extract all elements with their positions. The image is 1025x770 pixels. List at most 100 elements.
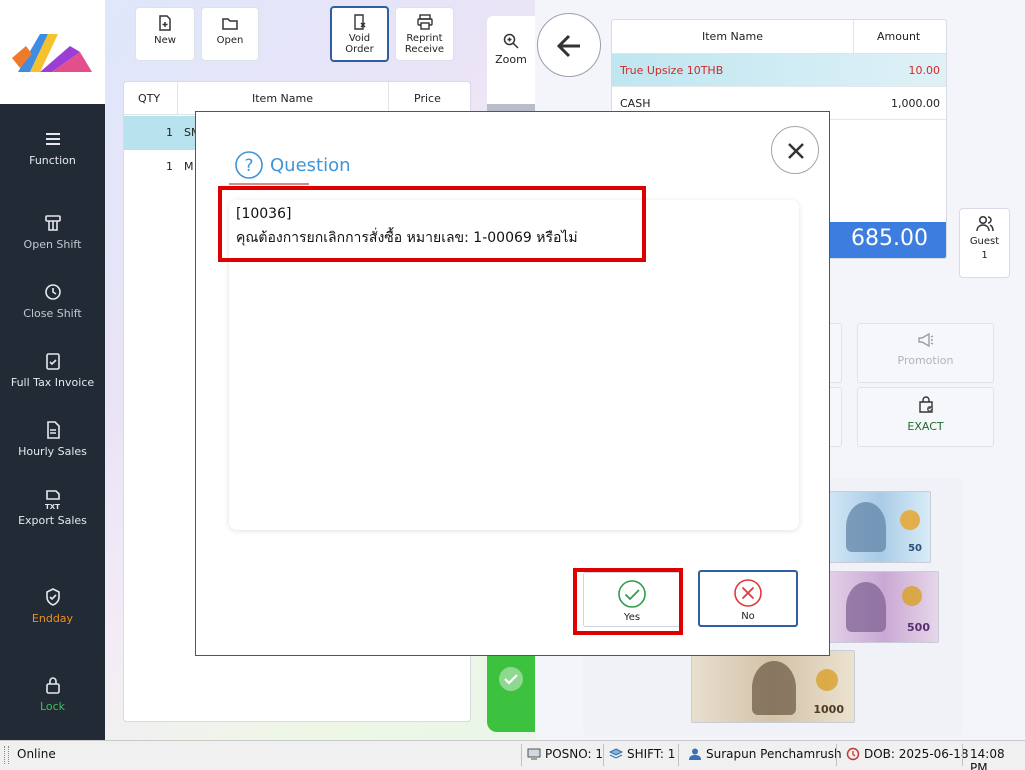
order-row-item: M	[184, 160, 194, 173]
txt-file-icon: TXT	[45, 490, 60, 510]
x-circle-icon	[734, 579, 762, 607]
exact-label: EXACT	[907, 420, 944, 433]
confirm-strip[interactable]	[487, 655, 535, 732]
new-button[interactable]: New	[135, 7, 195, 61]
sidebar-item-function[interactable]: Function	[0, 128, 105, 167]
app-logo	[0, 0, 105, 104]
svg-text:TXT: TXT	[45, 503, 60, 510]
banknote-50[interactable]: 50	[829, 491, 931, 563]
no-button[interactable]: No	[698, 570, 798, 627]
payment-row-item: True Upsize 10THB	[620, 64, 724, 77]
order-row-qty: 1	[166, 126, 173, 139]
qty-header: QTY	[138, 92, 161, 105]
question-dialog: ? Question [10036] คุณต้องการยกเลิกการสั…	[195, 111, 830, 656]
posno-label: POSNO: 1	[545, 747, 604, 761]
sidebar-item-label: Full Tax Invoice	[10, 376, 95, 389]
dob-label: DOB: 2025-06-18	[864, 747, 969, 761]
close-button[interactable]	[771, 126, 819, 174]
sidebar-item-label: Hourly Sales	[18, 445, 87, 458]
new-document-icon	[159, 15, 171, 31]
time-label: 14:08 PM	[970, 747, 1005, 770]
banknote-value: 1000	[813, 703, 844, 716]
void-document-icon	[353, 14, 365, 30]
new-button-label: New	[154, 35, 176, 46]
sidebar-item-hourly-sales[interactable]: Hourly Sales	[0, 419, 105, 458]
sidebar-item-lock[interactable]: Lock	[0, 674, 105, 713]
monitor-icon	[527, 748, 541, 760]
shift-status: SHIFT: 1	[609, 747, 675, 761]
sidebar-item-endday[interactable]: Endday	[0, 586, 105, 625]
zoom-icon	[503, 33, 519, 49]
exact-button[interactable]: EXACT	[857, 387, 994, 447]
payment-table-header: Item Name Amount	[612, 20, 946, 54]
payment-row[interactable]: True Upsize 10THB 10.00	[612, 54, 946, 87]
lock-icon	[45, 677, 60, 694]
sidebar-item-label: Open Shift	[23, 238, 82, 251]
void-order-button[interactable]: Void Order	[330, 6, 389, 62]
layers-icon	[609, 748, 623, 759]
logo-icon	[11, 34, 92, 72]
zoom-button[interactable]: Zoom	[487, 16, 535, 104]
no-label: No	[741, 611, 755, 622]
title-underline	[229, 183, 309, 185]
folder-icon	[222, 18, 238, 30]
guest-count: 1	[981, 250, 988, 261]
reprint-label-line1: Reprint	[406, 33, 443, 44]
payment-amount-header: Amount	[877, 30, 921, 43]
price-header: Price	[414, 92, 441, 105]
dialog-message: [10036] คุณต้องการยกเลิกการสั่งซื้อ หมาย…	[236, 202, 578, 250]
clipboard-check-icon	[45, 353, 60, 370]
payment-item-header: Item Name	[702, 30, 763, 43]
reprint-receive-button[interactable]: Reprint Receive	[395, 7, 454, 61]
user-label: Surapun Penchamrush	[706, 747, 842, 761]
payment-row-item: CASH	[620, 97, 651, 110]
guest-label: Guest	[969, 236, 1000, 247]
bag-check-icon	[918, 396, 933, 413]
void-label-line1: Void	[348, 33, 371, 44]
back-button[interactable]	[537, 13, 601, 77]
open-button[interactable]: Open	[201, 7, 259, 61]
clock-icon	[846, 747, 860, 761]
cash-drawer-icon	[44, 215, 61, 231]
banknote-500[interactable]: 500	[829, 571, 939, 643]
dialog-title-text: Question	[270, 154, 351, 176]
message-code: [10036]	[236, 206, 292, 222]
arrow-left-icon	[556, 34, 580, 58]
void-label-line2: Order	[345, 44, 374, 55]
sidebar-item-label: Endday	[31, 612, 74, 625]
item-name-header: Item Name	[252, 92, 313, 105]
dob-status: DOB: 2025-06-18	[846, 747, 969, 761]
sidebar: Function Open Shift Close Shift Full Tax…	[0, 104, 105, 740]
clock-status: 14:08 PM	[970, 747, 1025, 770]
banknote-value: 50	[908, 543, 922, 554]
check-circle-icon	[499, 667, 523, 691]
user-status: Surapun Penchamrush	[688, 747, 842, 761]
banknote-1000[interactable]: 1000	[691, 650, 855, 723]
promotion-label: Promotion	[897, 354, 954, 367]
payment-row-amount: 10.00	[908, 64, 941, 77]
message-text: คุณต้องการยกเลิกการสั่งซื้อ หมายเลข: 1-0…	[236, 230, 578, 246]
posno-status: POSNO: 1	[527, 747, 603, 761]
order-row-qty: 1	[166, 160, 173, 173]
connection-status: Online	[17, 747, 56, 761]
guest-button[interactable]: Guest 1	[959, 208, 1010, 278]
payment-row-amount: 1,000.00	[891, 97, 940, 110]
connection-label: Online	[17, 747, 56, 761]
sidebar-item-label: Export Sales	[18, 514, 87, 527]
promotion-button[interactable]: Promotion	[857, 323, 994, 383]
sidebar-item-label: Function	[29, 154, 76, 167]
clock-icon	[44, 284, 61, 300]
sidebar-item-close-shift[interactable]: Close Shift	[0, 281, 105, 320]
sidebar-item-open-shift[interactable]: Open Shift	[0, 212, 105, 251]
dialog-title: ? Question	[234, 150, 351, 180]
menu-icon	[45, 133, 60, 145]
printer-icon	[416, 14, 433, 30]
sidebar-item-full-tax-invoice[interactable]: Full Tax Invoice	[0, 350, 105, 389]
sidebar-item-export-sales[interactable]: TXT Export Sales	[0, 488, 105, 527]
banknote-value: 500	[907, 621, 930, 634]
document-icon	[46, 421, 60, 439]
shield-check-icon	[45, 588, 60, 606]
zoom-label: Zoom	[495, 53, 527, 66]
reprint-label-line2: Receive	[404, 44, 445, 55]
sidebar-item-label: Lock	[39, 700, 66, 713]
